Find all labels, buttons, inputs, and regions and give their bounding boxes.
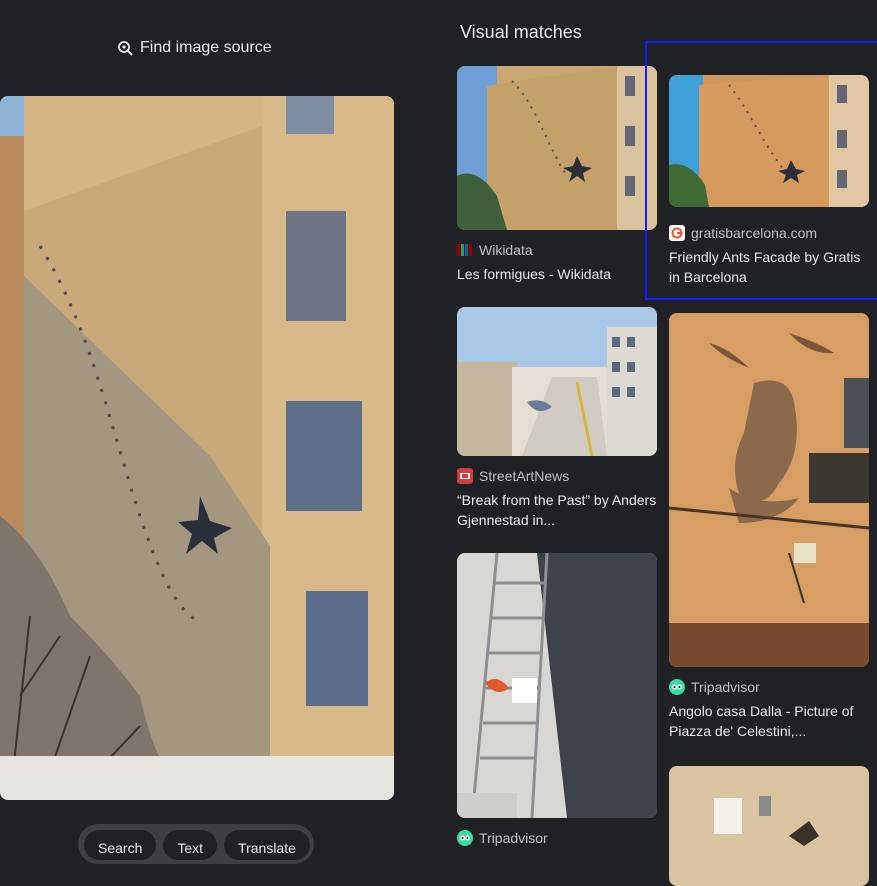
query-image[interactable] bbox=[0, 96, 394, 800]
tripadvisor-icon bbox=[457, 830, 473, 846]
mode-toolbar: Search Text Translate bbox=[78, 824, 314, 864]
result-thumbnail[interactable] bbox=[669, 75, 869, 207]
find-image-source-button[interactable]: Find image source bbox=[117, 36, 272, 60]
result-card-6[interactable] bbox=[669, 766, 869, 886]
result-thumbnail[interactable] bbox=[669, 313, 869, 667]
result-title[interactable]: Les formigues - Wikidata bbox=[457, 264, 657, 284]
tripadvisor-icon bbox=[669, 679, 685, 695]
result-source: StreetArtNews bbox=[479, 468, 570, 484]
result-thumbnail[interactable] bbox=[457, 66, 657, 230]
result-source: Tripadvisor bbox=[479, 830, 548, 846]
result-thumbnail[interactable] bbox=[457, 307, 657, 456]
result-source: gratisbarcelona.com bbox=[691, 225, 818, 241]
result-card-wikidata[interactable]: Wikidata Les formigues - Wikidata bbox=[457, 66, 657, 284]
lens-search-icon bbox=[117, 40, 134, 57]
wikidata-icon bbox=[457, 242, 473, 258]
visual-matches-heading: Visual matches bbox=[460, 22, 582, 42]
text-mode-button[interactable]: Text bbox=[163, 830, 218, 860]
result-thumbnail[interactable] bbox=[457, 553, 657, 818]
result-card-streetartnews[interactable]: StreetArtNews “Break from the Past” by A… bbox=[457, 307, 657, 530]
result-title[interactable]: Friendly Ants Facade by Gratis in Barcel… bbox=[669, 247, 869, 287]
result-source: Wikidata bbox=[479, 242, 533, 258]
streetartnews-icon bbox=[457, 468, 473, 484]
result-card-gratisbarcelona[interactable]: gratisbarcelona.com Friendly Ants Facade… bbox=[669, 75, 869, 287]
result-card-tripadvisor-2[interactable]: Tripadvisor bbox=[457, 553, 657, 846]
search-mode-button[interactable]: Search bbox=[84, 830, 157, 860]
result-card-tripadvisor-dalla[interactable]: Tripadvisor Angolo casa Dalla - Picture … bbox=[669, 313, 869, 741]
result-thumbnail[interactable] bbox=[669, 766, 869, 886]
result-source: Tripadvisor bbox=[691, 679, 760, 695]
translate-mode-button[interactable]: Translate bbox=[224, 830, 310, 860]
result-title[interactable]: “Break from the Past” by Anders Gjennest… bbox=[457, 490, 657, 530]
find-image-source-label: Find image source bbox=[140, 39, 272, 56]
result-title[interactable]: Angolo casa Dalla - Picture of Piazza de… bbox=[669, 701, 869, 741]
gratisbarcelona-icon bbox=[669, 225, 685, 241]
